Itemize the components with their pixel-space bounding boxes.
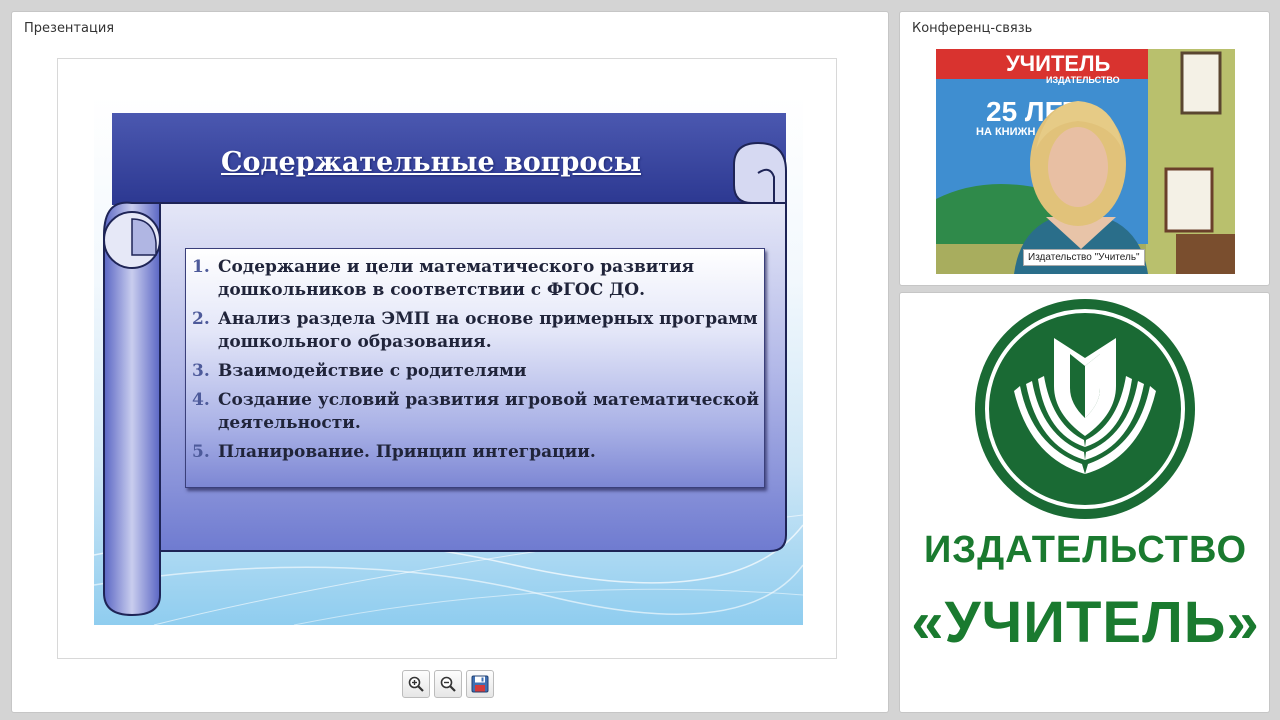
list-item: 4. Создание условий развития игровой мат… <box>192 389 762 435</box>
slide-content-box: 1. Содержание и цели математического раз… <box>185 248 765 488</box>
list-item: 2. Анализ раздела ЭМП на основе примерны… <box>192 308 762 354</box>
slide-content-list: 1. Содержание и цели математического раз… <box>192 256 762 470</box>
list-item-number: 4. <box>192 390 210 410</box>
poster-text: УЧИТЕЛЬ <box>1006 51 1111 76</box>
list-item-number: 1. <box>192 257 210 277</box>
video-frame: УЧИТЕЛЬ ИЗДАТЕЛЬСТВО 25 ЛЕТ НА КНИЖН <box>936 49 1235 274</box>
logo-text-publisher: ИЗДАТЕЛЬСТВО <box>923 529 1248 571</box>
list-item-text: Создание условий развития игровой матема… <box>218 390 759 433</box>
conference-panel: Конференц-связь УЧИТЕЛЬ ИЗДАТЕЛЬСТВО 25 … <box>899 11 1270 286</box>
zoom-out-icon <box>440 676 456 692</box>
list-item-number: 3. <box>192 361 210 381</box>
list-item: 3. Взаимодействие с родителями <box>192 360 762 383</box>
list-item: 5. Планирование. Принцип интеграции. <box>192 441 762 464</box>
slide-frame: Содержательные вопросы 1. Содержание и ц… <box>57 58 837 659</box>
poster-text: НА КНИЖН <box>976 126 1035 138</box>
slide-title: Содержательные вопросы <box>221 147 641 178</box>
logo-panel: ИЗДАТЕЛЬСТВО «УЧИТЕЛЬ» <box>899 292 1270 713</box>
list-item-text: Анализ раздела ЭМП на основе примерных п… <box>218 309 758 352</box>
list-item: 1. Содержание и цели математического раз… <box>192 256 762 302</box>
logo-text-name: «УЧИТЕЛЬ» <box>911 590 1260 655</box>
publisher-logo-emblem <box>975 299 1195 519</box>
poster-text: ИЗДАТЕЛЬСТВО <box>1046 75 1120 85</box>
slide: Содержательные вопросы 1. Содержание и ц… <box>94 95 803 625</box>
presentation-toolbar <box>402 670 494 700</box>
save-button[interactable] <box>466 670 494 698</box>
zoom-in-icon <box>408 676 424 692</box>
zoom-out-button[interactable] <box>434 670 462 698</box>
list-item-number: 5. <box>192 442 210 462</box>
list-item-number: 2. <box>192 309 210 329</box>
presentation-panel: Презентация Содержательные вопросы 1. Со… <box>11 11 889 713</box>
list-item-text: Взаимодействие с родителями <box>218 361 527 381</box>
video-caption: Издательство "Учитель" <box>1023 249 1145 266</box>
floppy-disk-icon <box>471 675 489 693</box>
presentation-panel-title: Презентация <box>24 21 115 36</box>
video-feed[interactable]: УЧИТЕЛЬ ИЗДАТЕЛЬСТВО 25 ЛЕТ НА КНИЖН Изд… <box>936 49 1235 274</box>
conference-panel-title: Конференц-связь <box>912 21 1033 36</box>
zoom-in-button[interactable] <box>402 670 430 698</box>
list-item-text: Содержание и цели математического развит… <box>218 257 695 300</box>
list-item-text: Планирование. Принцип интеграции. <box>218 442 596 462</box>
